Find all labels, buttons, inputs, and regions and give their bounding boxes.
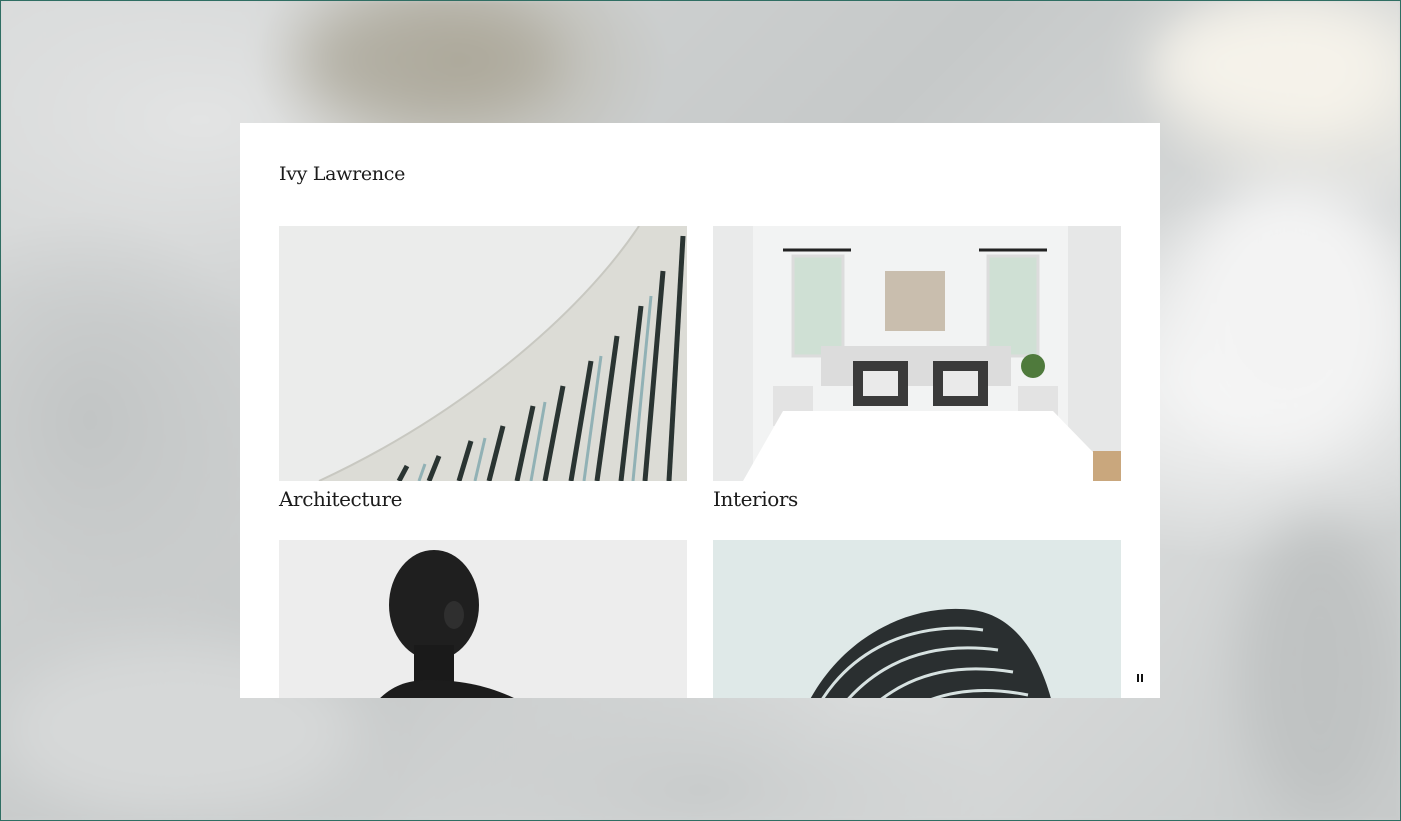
site-title[interactable]: Ivy Lawrence bbox=[279, 163, 405, 185]
gallery-item-portrait[interactable] bbox=[279, 540, 687, 698]
sculpture-image bbox=[713, 540, 1121, 698]
gallery-item-architecture[interactable]: Architecture bbox=[279, 226, 687, 511]
building-facade-image bbox=[279, 226, 687, 481]
pause-icon bbox=[1137, 674, 1139, 682]
gallery-item-label: Architecture bbox=[279, 487, 403, 511]
bedroom-interior-image bbox=[713, 226, 1121, 481]
portrait-man-image bbox=[279, 540, 687, 698]
pause-button[interactable] bbox=[1132, 670, 1148, 686]
portfolio-preview-card: Ivy Lawrence Architecture Interiors bbox=[240, 123, 1160, 698]
gallery-item-interiors[interactable]: Interiors bbox=[713, 226, 1121, 511]
gallery-item-sculpture[interactable] bbox=[713, 540, 1121, 698]
gallery-item-label: Interiors bbox=[713, 487, 798, 511]
